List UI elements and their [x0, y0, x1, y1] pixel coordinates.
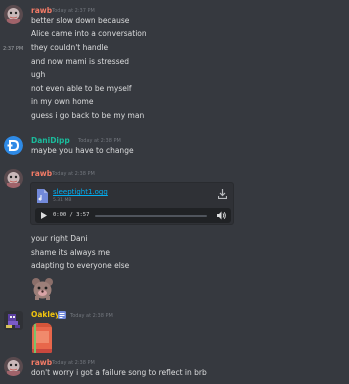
message-line: better slow down because — [31, 16, 130, 25]
timestamp: Today at 2:38 PM — [78, 138, 121, 144]
username[interactable]: DaniDipp — [31, 136, 70, 145]
timestamp: Today at 2:38 PM — [70, 313, 113, 319]
timestamp: Today at 2:38 PM — [52, 171, 95, 177]
file-icon — [37, 189, 48, 203]
message-line: don't worry i got a failure song to refl… — [31, 368, 207, 377]
message-line: they couldn't handle — [31, 43, 109, 52]
username[interactable]: rawb — [31, 169, 52, 178]
avatar[interactable] — [4, 169, 23, 188]
username[interactable]: Oakley — [31, 310, 60, 319]
seek-bar[interactable] — [95, 214, 207, 217]
audio-player: 0:00 / 3:57 — [35, 208, 231, 223]
avatar[interactable] — [4, 357, 23, 376]
avatar[interactable] — [4, 136, 23, 155]
message-line: ugh — [31, 70, 46, 79]
badge-icon — [58, 311, 66, 319]
avatar[interactable] — [4, 5, 23, 24]
username[interactable]: rawb — [31, 6, 52, 15]
message-line: guess i go back to be my man — [31, 111, 145, 120]
bear-sticker[interactable] — [30, 277, 55, 300]
message-line: and now mami is stressed — [31, 57, 129, 66]
file-name-link[interactable]: sleeptight1.ogg — [53, 188, 108, 196]
timestamp: Today at 2:37 PM — [52, 8, 95, 14]
message-line: in my own home — [31, 97, 94, 106]
playback-time: 0:00 / 3:57 — [53, 212, 90, 218]
message-line: Alice came into a conversation — [31, 29, 147, 38]
audio-attachment: sleeptight1.ogg 5.31 MB 0:00 / 3:57 — [30, 182, 234, 225]
embed-image[interactable] — [32, 323, 52, 353]
hover-timestamp: 2:37 PM — [3, 46, 24, 52]
message-line: maybe you have to change — [31, 146, 134, 155]
message-line: not even able to be myself — [31, 84, 132, 93]
download-icon[interactable] — [218, 189, 227, 199]
timestamp: Today at 2:38 PM — [52, 360, 95, 366]
avatar[interactable] — [4, 311, 23, 330]
file-size: 5.31 MB — [53, 198, 72, 203]
message-line: shame its always me — [31, 248, 110, 257]
play-icon[interactable] — [41, 212, 47, 219]
volume-icon[interactable] — [217, 211, 226, 220]
message-line: your right Dani — [31, 234, 88, 243]
username[interactable]: rawb — [31, 358, 52, 367]
chat-log: rawb Today at 2:37 PM better slow down b… — [0, 0, 349, 384]
message-line: adapting to everyone else — [31, 261, 130, 270]
